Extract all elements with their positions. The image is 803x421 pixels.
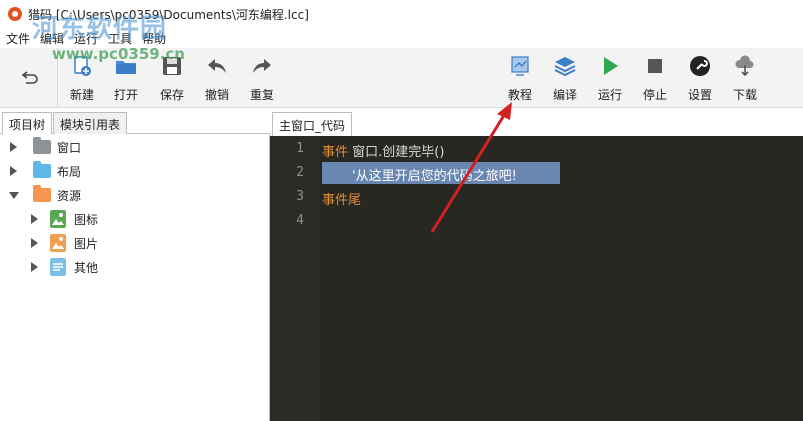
download-label: 下载 [732, 88, 757, 102]
run-button[interactable]: 运行 [588, 54, 632, 104]
undo-arrow-icon [21, 71, 38, 84]
expand-arrow-icon[interactable] [10, 142, 17, 152]
stop-label: 停止 [642, 88, 667, 102]
menu-help[interactable]: 帮助 [142, 30, 166, 47]
line-number: 1 [296, 141, 304, 156]
tree-item-icons[interactable]: 图标 [31, 207, 98, 231]
tree-item-label: 资源 [57, 188, 82, 203]
redo-label: 重复 [249, 88, 274, 102]
play-icon [598, 54, 622, 78]
tab-main-window-code[interactable]: 主窗口_代码 [272, 112, 353, 136]
undo-label: 撤销 [204, 88, 229, 102]
menu-edit[interactable]: 编辑 [40, 30, 64, 47]
tree-item-label: 窗口 [57, 140, 82, 155]
code-text: 窗口.创建完毕() [348, 145, 445, 160]
tree-item-layout[interactable]: 布局 [10, 159, 81, 183]
open-button[interactable]: 打开 [104, 54, 148, 104]
compile-label: 编译 [552, 88, 577, 102]
menu-file[interactable]: 文件 [6, 30, 30, 47]
tree-item-resources[interactable]: 资源 [9, 183, 81, 207]
menu-run[interactable]: 运行 [74, 30, 98, 47]
open-folder-icon [114, 54, 138, 78]
tutorial-button[interactable]: 教程 [498, 54, 542, 104]
open-label: 打开 [113, 88, 138, 102]
new-button[interactable]: 新建 [60, 54, 104, 104]
download-button[interactable]: 下载 [723, 54, 767, 104]
folder-orange-icon [33, 185, 51, 202]
redo-icon [250, 54, 274, 78]
window-title: 猎码 [C:\Users\pc0359\Documents\河东编程.lcc] [28, 7, 309, 22]
wrench-icon [688, 54, 712, 78]
menu-tools[interactable]: 工具 [108, 30, 132, 47]
expand-arrow-icon[interactable] [31, 214, 38, 224]
layers-icon [553, 54, 577, 78]
title-bar: 猎码 [C:\Users\pc0359\Documents\河东编程.lcc] [0, 0, 803, 28]
tree-item-images[interactable]: 图片 [31, 231, 98, 255]
undo-icon [205, 54, 229, 78]
cloud-download-icon [733, 54, 757, 78]
expand-arrow-icon[interactable] [31, 238, 38, 248]
stop-button[interactable]: 停止 [633, 54, 677, 104]
tutorial-icon [508, 54, 532, 78]
menu-bar: 文件 编辑 运行 工具 帮助 [0, 28, 803, 48]
expand-arrow-icon[interactable] [10, 166, 17, 176]
editor-tabs: 主窗口_代码 [270, 112, 803, 136]
save-button[interactable]: 保存 [150, 54, 194, 104]
code-keyword: 事件尾 [322, 193, 362, 208]
new-file-icon [70, 54, 94, 78]
tree-item-label: 图标 [74, 212, 99, 227]
code-line-3[interactable]: 事件尾 [322, 189, 361, 208]
app-logo-icon [8, 7, 22, 21]
undo-button[interactable]: 撤销 [195, 54, 239, 104]
tree-item-label: 图片 [74, 236, 99, 251]
stop-icon [643, 54, 667, 78]
code-keyword: 事件 [322, 145, 349, 160]
image-green-icon [50, 210, 66, 228]
project-tree: 窗口 布局 资源 图标 图片 其他 [0, 134, 270, 421]
code-comment: '从这里开启您的代码之旅吧! [352, 169, 517, 184]
collapse-arrow-icon[interactable] [9, 191, 19, 199]
new-label: 新建 [69, 88, 94, 102]
save-label: 保存 [159, 88, 184, 102]
line-number-gutter: 1 2 3 4 [270, 136, 320, 421]
redo-button[interactable]: 重复 [240, 54, 284, 104]
line-number: 3 [296, 189, 304, 204]
settings-button[interactable]: 设置 [678, 54, 722, 104]
document-blue-icon [50, 258, 66, 276]
settings-label: 设置 [687, 88, 712, 102]
save-disk-icon [160, 54, 184, 78]
tab-module-refs[interactable]: 模块引用表 [53, 112, 128, 135]
compile-button[interactable]: 编译 [543, 54, 587, 104]
tutorial-label: 教程 [507, 88, 532, 102]
left-panel-tabs: 项目树 模块引用表 [0, 112, 270, 135]
expand-arrow-icon[interactable] [31, 262, 38, 272]
folder-gray-icon [33, 137, 51, 154]
code-line-2[interactable]: '从这里开启您的代码之旅吧! [352, 165, 517, 184]
tree-item-label: 其他 [74, 260, 99, 275]
folder-blue-icon [33, 161, 51, 178]
line-number: 4 [296, 213, 304, 228]
tab-project-tree[interactable]: 项目树 [2, 112, 53, 135]
toolbar: 新建 打开 保存 撤销 重复 教程 编译 运行 停止 设置 下载 [0, 48, 803, 108]
code-line-1[interactable]: 事件 窗口.创建完毕() [322, 141, 444, 160]
run-label: 运行 [597, 88, 622, 102]
tree-item-other[interactable]: 其他 [31, 255, 98, 279]
line-number: 2 [296, 165, 304, 180]
code-editor[interactable]: 1 2 3 4 事件 窗口.创建完毕() '从这里开启您的代码之旅吧! 事件尾 [270, 136, 803, 421]
tree-item-label: 布局 [57, 164, 82, 179]
image-orange-icon [50, 234, 66, 252]
quick-undo-button[interactable] [0, 48, 58, 108]
tree-item-window[interactable]: 窗口 [10, 135, 81, 159]
